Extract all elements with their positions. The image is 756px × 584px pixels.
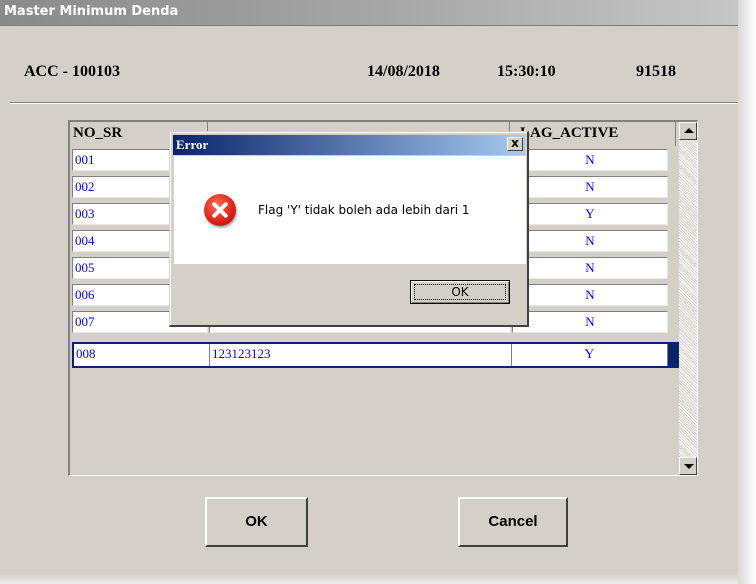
arrow-up-icon bbox=[684, 128, 694, 133]
title-bar[interactable]: Master Minimum Denda bbox=[0, 0, 738, 26]
vertical-scrollbar[interactable] bbox=[679, 122, 697, 475]
main-window: Master Minimum Denda ACC - 100103 14/08/… bbox=[0, 0, 738, 584]
cell-value[interactable]: 123123123 bbox=[210, 344, 512, 366]
code-label: 91518 bbox=[636, 63, 676, 80]
cancel-button[interactable]: Cancel bbox=[458, 497, 568, 547]
error-icon bbox=[204, 194, 236, 226]
dialog-body: Flag 'Y' tidak boleh ada lebih dari 1 bbox=[174, 156, 526, 264]
ok-button[interactable]: OK bbox=[205, 497, 308, 547]
window-right-edge bbox=[738, 0, 756, 584]
account-label: ACC - 100103 bbox=[24, 63, 120, 80]
cell-flag[interactable]: N bbox=[512, 230, 668, 252]
cell-flag[interactable]: N bbox=[512, 149, 668, 171]
error-dialog: Error x Flag 'Y' tidak boleh ada lebih d… bbox=[169, 131, 529, 327]
dialog-title: Error bbox=[176, 137, 209, 152]
scroll-down-button[interactable] bbox=[679, 457, 697, 475]
window-title: Master Minimum Denda bbox=[4, 4, 179, 19]
date-label: 14/08/2018 bbox=[367, 63, 440, 80]
window-bottom-edge bbox=[0, 574, 738, 584]
scroll-up-button[interactable] bbox=[679, 122, 697, 140]
cell-flag[interactable]: N bbox=[512, 257, 668, 279]
cell-flag[interactable]: Y bbox=[512, 203, 668, 225]
cell-flag[interactable]: N bbox=[512, 284, 668, 306]
time-label: 15:30:10 bbox=[497, 63, 556, 80]
dialog-ok-button[interactable]: OK bbox=[410, 280, 510, 304]
cell-flag[interactable]: Y bbox=[512, 344, 668, 366]
table-row-selected[interactable]: 008 123123123 Y bbox=[72, 342, 680, 368]
cell-flag[interactable]: N bbox=[512, 176, 668, 198]
dialog-ok-label: OK bbox=[414, 284, 506, 300]
dialog-title-bar[interactable]: Error x bbox=[173, 135, 525, 155]
dialog-message: Flag 'Y' tidak boleh ada lebih dari 1 bbox=[258, 203, 470, 217]
arrow-down-icon bbox=[684, 464, 694, 469]
cell-flag[interactable]: N bbox=[512, 311, 668, 333]
close-icon[interactable]: x bbox=[507, 137, 523, 151]
column-header-flag-active[interactable]: LAG_ACTIVE bbox=[510, 122, 676, 146]
cell-no-sr[interactable]: 008 bbox=[74, 344, 210, 366]
